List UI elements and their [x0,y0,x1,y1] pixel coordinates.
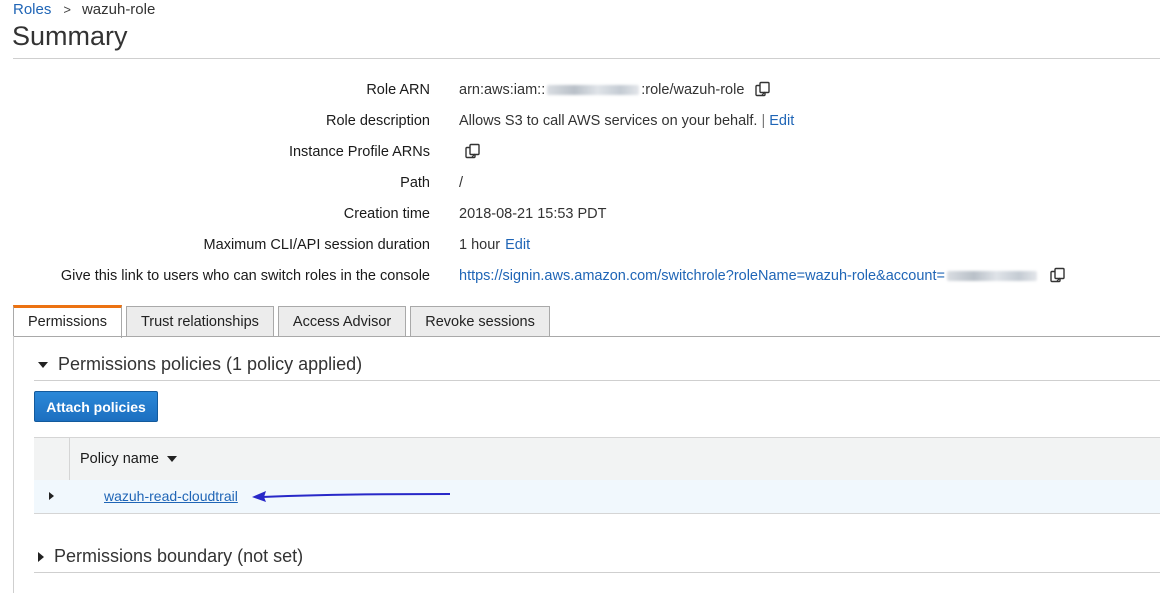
table-header: Policy name [34,437,1160,481]
separator-pipe: | [761,113,766,129]
policy-name-link[interactable]: wazuh-read-cloudtrail [104,488,238,504]
policy-table: Policy name wazuh-read-cloudtrail [34,437,1160,514]
creation-time-value: 2018-08-21 15:53 PDT [459,206,607,222]
edit-session-duration-link[interactable]: Edit [505,237,530,253]
role-description-value: Allows S3 to call AWS services on your b… [459,113,794,129]
tab-bar: Permissions Trust relationships Access A… [13,305,554,338]
role-description-label: Role description [326,113,430,129]
sort-caret-icon [166,456,177,462]
tab-bar-divider [13,336,1160,337]
role-arn-suffix: :role/wazuh-role [641,82,745,98]
summary-row-role-arn: Role ARN arn:aws:iam:: :role/wazuh-role [0,80,1160,100]
tab-revoke-sessions[interactable]: Revoke sessions [410,306,550,337]
breadcrumb-separator: > [63,2,71,17]
permissions-policies-divider [34,380,1160,381]
permissions-boundary-toggle[interactable]: Permissions boundary (not set) [38,546,303,567]
tab-trust-relationships[interactable]: Trust relationships [125,306,274,337]
max-session-text: 1 hour [459,237,501,253]
copy-icon[interactable] [1049,267,1067,285]
annotation-arrow-icon [252,491,451,502]
creation-time-label: Creation time [343,206,430,222]
breadcrumb-roles-link[interactable]: Roles [13,1,51,18]
redacted-account-id [946,271,1037,281]
permissions-policies-header: Permissions policies (1 policy applied) [58,354,363,374]
permissions-boundary-divider [34,572,1160,573]
title-divider [13,58,1160,59]
summary-row-switch-role: Give this link to users who can switch r… [0,266,1160,286]
copy-icon[interactable] [464,143,482,161]
column-header-label: Policy name [80,451,159,467]
attach-policies-button[interactable]: Attach policies [34,391,158,422]
column-divider [69,438,70,480]
column-header-policy-name[interactable]: Policy name [80,451,177,467]
caret-down-icon [38,361,48,368]
switch-role-link[interactable]: https://signin.aws.amazon.com/switchrole… [459,268,945,284]
instance-profile-arns-label: Instance Profile ARNs [288,144,430,160]
breadcrumb-current: wazuh-role [81,1,156,18]
role-arn-value: arn:aws:iam:: :role/wazuh-role [459,81,772,99]
redacted-account-id [547,85,640,95]
table-row: wazuh-read-cloudtrail [34,480,1160,514]
path-value: / [459,175,464,191]
expand-row-icon[interactable] [49,492,54,500]
path-label: Path [400,175,430,191]
tab-access-advisor[interactable]: Access Advisor [277,306,407,337]
page-title: Summary [12,21,128,51]
caret-right-icon [38,551,44,562]
copy-icon[interactable] [754,81,772,99]
summary-row-role-description: Role description Allows S3 to call AWS s… [0,111,1160,131]
summary-row-creation-time: Creation time 2018-08-21 15:53 PDT [0,204,1160,224]
edit-description-link[interactable]: Edit [769,113,794,129]
breadcrumb: Roles > wazuh-role [13,1,155,18]
max-session-label: Maximum CLI/API session duration [203,237,430,253]
summary-row-max-session: Maximum CLI/API session duration 1 hour … [0,235,1160,255]
summary-row-path: Path / [0,173,1160,193]
tab-panel-border [13,336,14,593]
max-session-value: 1 hour Edit [459,237,530,253]
role-arn-label: Role ARN [366,82,430,98]
role-arn-prefix: arn:aws:iam:: [459,82,546,98]
switch-role-label: Give this link to users who can switch r… [60,268,430,284]
instance-profile-arns-value [459,143,482,161]
tab-permissions[interactable]: Permissions [13,305,122,338]
role-description-text: Allows S3 to call AWS services on your b… [459,113,758,129]
permissions-policies-toggle[interactable]: Permissions policies (1 policy applied) [38,354,362,375]
switch-role-value: https://signin.aws.amazon.com/switchrole… [459,267,1067,285]
permissions-boundary-header: Permissions boundary (not set) [54,546,304,566]
summary-row-instance-profile-arns: Instance Profile ARNs [0,142,1160,162]
